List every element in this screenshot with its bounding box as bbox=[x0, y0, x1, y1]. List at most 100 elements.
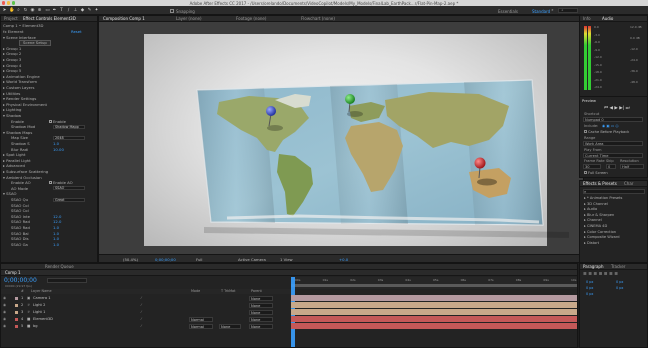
effect-property-row[interactable]: Blur Radi bbox=[11, 147, 28, 152]
effect-property-row[interactable]: SSAO Dis bbox=[11, 236, 29, 241]
effect-property-row[interactable]: Map Size bbox=[11, 135, 28, 140]
layer-label-color[interactable] bbox=[15, 317, 18, 321]
brush-tool-icon[interactable]: ∕ bbox=[66, 8, 71, 13]
layer-duration-bar[interactable] bbox=[291, 295, 577, 301]
effect-property-row[interactable]: SSAO Col bbox=[11, 203, 29, 208]
effect-property-value[interactable]: 1.0 bbox=[53, 141, 59, 146]
effect-property-value[interactable]: 1.0 bbox=[53, 225, 59, 230]
layer-label-color[interactable] bbox=[15, 303, 18, 307]
red-pin-icon[interactable] bbox=[474, 157, 486, 169]
effects-search-input[interactable] bbox=[583, 189, 645, 194]
layer-label-color[interactable] bbox=[15, 324, 18, 328]
shortcut-dropdown[interactable]: Numpad 0 bbox=[583, 117, 643, 122]
tab-comp-1[interactable]: Comp 1 bbox=[3, 270, 23, 276]
effect-property-row[interactable]: ▾ Scene Interface bbox=[3, 35, 36, 40]
effect-property-row[interactable]: Enable AO bbox=[11, 180, 31, 185]
effect-property-row[interactable]: ▾ Shadow bbox=[3, 113, 21, 118]
layer-label-color[interactable] bbox=[15, 310, 18, 314]
effect-property-dropdown[interactable]: SSAO bbox=[53, 186, 85, 191]
effect-property-value[interactable]: 12.0 bbox=[53, 219, 61, 224]
effect-property-row[interactable]: ▾ Shadow Maps bbox=[3, 130, 32, 135]
layer-parent-dropdown[interactable]: None bbox=[249, 309, 273, 315]
reset-link[interactable]: Reset bbox=[71, 29, 82, 34]
effect-property-value[interactable]: 10.00 bbox=[53, 147, 64, 152]
full-screen-toggle[interactable]: Full Screen bbox=[584, 171, 608, 175]
zoom-tool-icon[interactable]: ⌕ bbox=[16, 8, 21, 13]
visibility-eye-icon[interactable]: ◉ bbox=[3, 309, 6, 315]
effect-property-row[interactable]: ▸ Group 2 bbox=[3, 51, 21, 56]
snapping-checkbox[interactable] bbox=[170, 8, 174, 13]
paragraph-indent-value[interactable]: 0 px bbox=[616, 286, 623, 290]
effect-property-row[interactable]: ▸ Group 5 bbox=[3, 68, 21, 73]
effect-checkbox[interactable]: Enable AO bbox=[49, 180, 73, 185]
pan-behind-tool-icon[interactable]: ⊕ bbox=[37, 8, 42, 13]
frame-rate-dropdown[interactable]: 30 bbox=[583, 164, 601, 169]
layer-name[interactable]: Light 2 bbox=[33, 302, 45, 308]
rotate-tool-icon[interactable]: ↻ bbox=[23, 8, 28, 13]
clone-stamp-tool-icon[interactable]: ⊥ bbox=[73, 8, 78, 13]
layer-duration-bar[interactable] bbox=[291, 323, 577, 329]
zoom-level[interactable]: (50.4%) bbox=[123, 257, 138, 262]
effect-property-dropdown[interactable]: 2048 bbox=[53, 135, 85, 140]
visibility-eye-icon[interactable]: ◉ bbox=[3, 323, 6, 329]
timeline-layer-row[interactable]: ◉ 1 ▣ Camera 1 ⁄ None bbox=[1, 295, 291, 301]
current-time-display[interactable]: 0;00;00;00 bbox=[155, 257, 176, 262]
paragraph-indent-value[interactable]: 0 px bbox=[586, 280, 593, 284]
effect-property-row[interactable]: SSAO Qu bbox=[11, 197, 28, 202]
tab-paragraph[interactable]: Paragraph bbox=[581, 264, 606, 270]
effects-category-item[interactable]: ▸ 3D Channel bbox=[584, 202, 608, 206]
layer-switches-icon[interactable]: ⁄ bbox=[141, 302, 142, 308]
effect-property-row[interactable]: Enable bbox=[11, 119, 24, 124]
pen-tool-icon[interactable]: ✒ bbox=[52, 8, 57, 13]
paragraph-indent-value[interactable]: 0 px bbox=[586, 292, 593, 296]
timeline-search-input[interactable] bbox=[47, 278, 87, 283]
tab-project[interactable]: Project bbox=[2, 16, 20, 22]
layer-mode-dropdown[interactable]: Normal bbox=[189, 316, 213, 322]
layer-parent-dropdown[interactable]: None bbox=[249, 302, 273, 308]
effect-property-row[interactable]: ▾ SSAO bbox=[3, 191, 17, 196]
range-dropdown[interactable]: Work Area bbox=[583, 141, 643, 146]
green-pin-icon[interactable] bbox=[345, 94, 355, 104]
effect-property-row[interactable]: Shadow S bbox=[11, 141, 30, 146]
effect-property-row[interactable]: ▸ Spot Light bbox=[3, 152, 25, 157]
effect-property-row[interactable]: ▸ World Transform bbox=[3, 79, 37, 84]
timeline-layer-row[interactable]: ◉ 4 ■ Element3D ⁄ Normal None bbox=[1, 316, 291, 322]
timeline-layer-row[interactable]: ◉ 3 ☼ Light 1 ⁄ None bbox=[1, 309, 291, 315]
playback-controls[interactable]: ⏮ ◀ ▶ ▶| ⏭ bbox=[604, 105, 630, 111]
layer-label-color[interactable] bbox=[15, 296, 18, 300]
time-ruler[interactable]: 00s 01s 02s 03s 04s 05s 06s 07s 08s 09s 10s bbox=[291, 277, 577, 289]
effect-property-row[interactable]: ▸ Animation Engine bbox=[3, 74, 40, 79]
timeline-layer-row[interactable]: ◉ 2 ☼ Light 2 ⁄ None bbox=[1, 302, 291, 308]
tab-info[interactable]: Info bbox=[581, 16, 593, 22]
effect-property-row[interactable]: ▸ Advanced bbox=[3, 163, 25, 168]
layer-switches-icon[interactable]: ⁄ bbox=[141, 309, 142, 315]
exposure-value[interactable]: +0.0 bbox=[339, 257, 348, 262]
layer-parent-dropdown[interactable]: None bbox=[249, 316, 273, 322]
effects-category-item[interactable]: ▸ CINEMA 4D bbox=[584, 224, 607, 228]
layer-duration-bar[interactable] bbox=[291, 316, 577, 322]
effect-property-row[interactable]: SSAO Bal bbox=[11, 231, 29, 236]
paragraph-align-buttons[interactable]: ≡ ≡ ≡ ≡ ≡ ≡ ≡ bbox=[583, 272, 618, 277]
eraser-tool-icon[interactable]: ◆ bbox=[80, 8, 85, 13]
effect-property-row[interactable]: ▾ Render Settings bbox=[3, 96, 36, 101]
rectangle-tool-icon[interactable]: ▭ bbox=[45, 8, 50, 13]
layer-name[interactable]: Light 1 bbox=[33, 309, 45, 315]
effect-property-dropdown[interactable]: Shadow Mapp bbox=[53, 124, 85, 129]
effect-property-dropdown[interactable]: Great bbox=[53, 197, 85, 202]
blue-pin-icon[interactable] bbox=[266, 106, 276, 116]
effect-property-row[interactable]: SSAO Rad bbox=[11, 225, 30, 230]
layer-parent-dropdown[interactable]: None bbox=[249, 323, 273, 329]
work-area-bar[interactable] bbox=[291, 284, 577, 287]
type-tool-icon[interactable]: T bbox=[59, 8, 64, 13]
effects-category-item[interactable]: ▸ Color Correction bbox=[584, 230, 616, 234]
effect-property-row[interactable]: ▸ Lighting bbox=[3, 107, 21, 112]
layer-duration-bar[interactable] bbox=[291, 302, 577, 308]
include-toggles[interactable]: ◉ ▣ ▭ ◎ bbox=[602, 124, 619, 128]
workspace-standard[interactable]: Standard bbox=[532, 9, 550, 14]
selection-tool-icon[interactable]: ➤ bbox=[2, 8, 7, 13]
effect-property-row[interactable]: fx Element bbox=[3, 29, 24, 34]
layer-switches-icon[interactable]: ⁄ bbox=[141, 316, 142, 322]
camera-dropdown[interactable]: Active Camera bbox=[238, 257, 266, 262]
workspace-essentials[interactable]: Essentials bbox=[498, 9, 518, 14]
tab-effects-presets[interactable]: Effects & Presets bbox=[581, 181, 619, 187]
